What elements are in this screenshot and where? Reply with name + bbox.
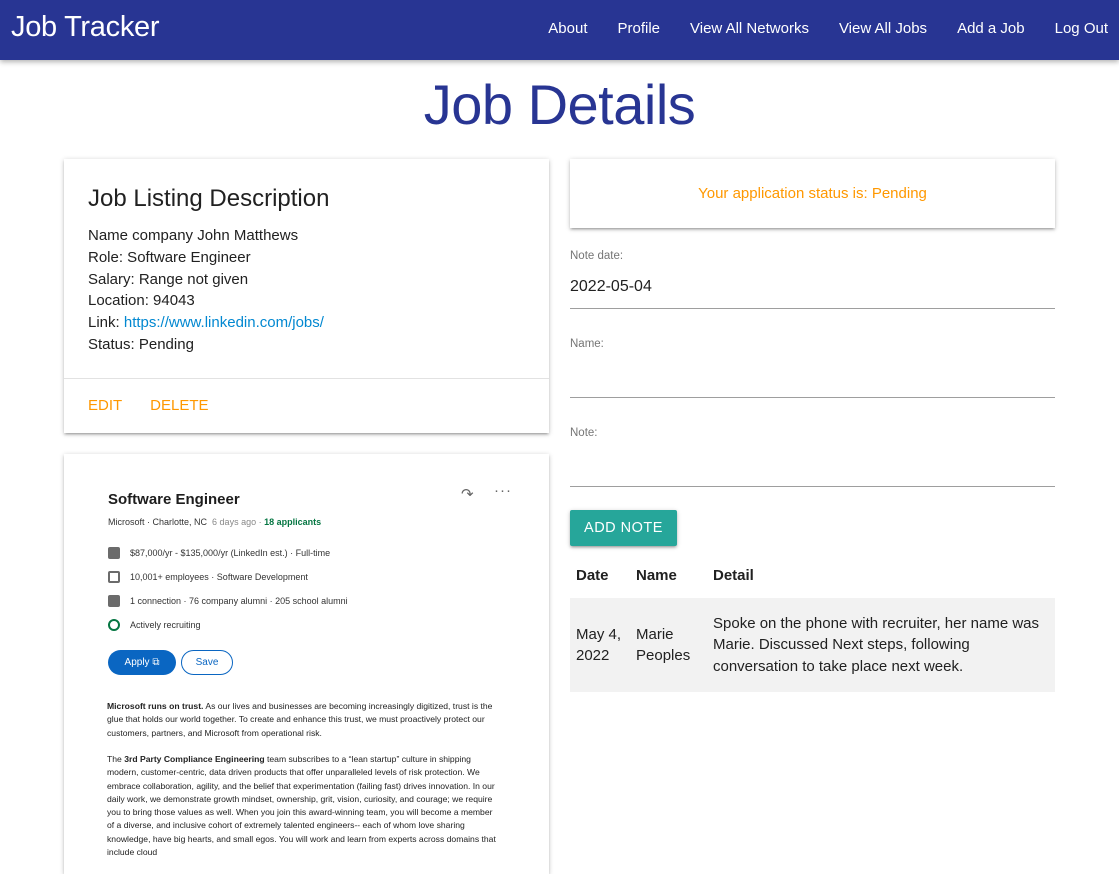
apply-button: Apply ⧉: [108, 650, 176, 675]
listing-row-text: 10,001+ employees · Software Development: [130, 572, 308, 582]
card-title: Job Listing Description: [88, 185, 330, 212]
nav-link-add-a-job[interactable]: Add a Job: [957, 20, 1025, 37]
application-status-text: Your application status is: Pending: [698, 185, 927, 202]
field-underline: [570, 308, 1055, 309]
listing-row-salary: $87,000/yr - $135,000/yr (LinkedIn est.)…: [108, 547, 330, 559]
note-date-label: Note date:: [570, 250, 624, 262]
status-line: Status: Pending: [88, 335, 194, 353]
column-header-detail: Detail: [713, 566, 754, 584]
edit-button[interactable]: Edit: [88, 397, 122, 414]
nav-link-view-all-networks[interactable]: View All Networks: [690, 20, 809, 37]
table-header-row: Date Name Detail: [570, 552, 1055, 598]
listing-row-text: Actively recruiting: [130, 620, 201, 630]
company-line: Name company John Matthews: [88, 227, 299, 244]
card-divider: [64, 378, 549, 379]
listing-posted: 6 days ago: [212, 517, 257, 527]
listing-row-text: $87,000/yr - $135,000/yr (LinkedIn est.)…: [130, 548, 331, 558]
notes-table: Date Name Detail May 4, 2022 Marie Peopl…: [570, 552, 1055, 692]
nav-link-view-all-jobs[interactable]: View All Jobs: [839, 20, 927, 37]
link-label: Link:: [88, 314, 124, 332]
brand-logo[interactable]: Job Tracker: [11, 11, 160, 44]
listing-row-text: 1 connection · 76 company alumni · 205 s…: [130, 596, 348, 606]
field-underline: [570, 486, 1055, 487]
note-name-field: Name:: [570, 334, 1055, 400]
job-details-list: Name company John Matthews Role: Softwar…: [88, 225, 324, 356]
note-text-field: Note:: [570, 423, 1055, 489]
para1-bold: Microsoft runs on trust.: [107, 701, 204, 711]
listing-separator: ·: [258, 517, 262, 527]
column-header-name: Name: [636, 566, 677, 584]
note-text-input[interactable]: [570, 450, 1055, 478]
recruiting-icon: [108, 619, 120, 631]
card-actions: Edit Delete: [88, 397, 237, 414]
share-icon: ↷: [461, 486, 474, 503]
column-header-date: Date: [576, 566, 609, 584]
location-line: Location: 94043: [88, 292, 195, 310]
para2-prefix: The: [107, 754, 125, 764]
listing-paragraph-1: Microsoft runs on trust. As our lives an…: [107, 700, 502, 740]
add-note-button[interactable]: ADD NOTE: [570, 510, 677, 546]
nav-link-log-out[interactable]: Log Out: [1055, 20, 1108, 37]
job-link[interactable]: https://www.linkedin.com/jobs/: [124, 314, 324, 331]
more-options-icon: ···: [494, 482, 512, 499]
listing-row-connections: 1 connection · 76 company alumni · 205 s…: [108, 595, 348, 607]
salary-line: Salary: Range not given: [88, 270, 249, 288]
building-icon: [108, 571, 120, 583]
application-status-card: Your application status is: Pending: [570, 159, 1055, 228]
para2-text: team subscribes to a “lean startup” cult…: [107, 754, 496, 858]
save-button: Save: [181, 650, 233, 675]
listing-applicants: 18 applicants: [264, 517, 322, 527]
nav-links: About Profile View All Networks View All…: [548, 0, 1119, 56]
top-navbar: Job Tracker About Profile View All Netwo…: [0, 0, 1119, 60]
note-date-field: Note date:: [570, 246, 1055, 310]
note-detail-cell: Spoke on the phone with recruiter, her n…: [707, 598, 1055, 692]
note-text-label: Note:: [570, 427, 598, 439]
note-date-input[interactable]: [570, 273, 1055, 301]
note-name-label: Name:: [570, 338, 604, 350]
delete-button[interactable]: Delete: [150, 397, 208, 414]
nav-link-profile[interactable]: Profile: [617, 20, 660, 37]
link-line: Link: https://www.linkedin.com/jobs/: [88, 312, 324, 334]
listing-meta: Microsoft · Charlotte, NC 6 days ago · 1…: [108, 517, 321, 527]
note-date-cell: May 4, 2022: [570, 598, 630, 692]
role-line: Role: Software Engineer: [88, 248, 251, 266]
listing-company-location: Microsoft · Charlotte, NC: [108, 517, 208, 527]
listing-row-company-size: 10,001+ employees · Software Development: [108, 571, 308, 583]
job-listing-image-card: Software Engineer ↷ ··· Microsoft · Char…: [64, 454, 549, 874]
listing-row-recruiting: Actively recruiting: [108, 619, 201, 631]
people-icon: [108, 595, 120, 607]
table-row: May 4, 2022 Marie Peoples Spoke on the p…: [570, 598, 1055, 692]
listing-title: Software Engineer: [108, 491, 240, 508]
job-description-card: Job Listing Description Name company Joh…: [64, 159, 549, 433]
page-title: Job Details: [423, 73, 696, 136]
nav-link-about[interactable]: About: [548, 20, 587, 37]
note-name-cell: Marie Peoples: [630, 598, 707, 692]
note-name-input[interactable]: [570, 361, 1055, 389]
field-underline: [570, 397, 1055, 398]
listing-paragraph-2: The 3rd Party Compliance Engineering tea…: [107, 753, 502, 859]
briefcase-icon: [108, 547, 120, 559]
para2-bold: 3rd Party Compliance Engineering: [124, 754, 265, 764]
